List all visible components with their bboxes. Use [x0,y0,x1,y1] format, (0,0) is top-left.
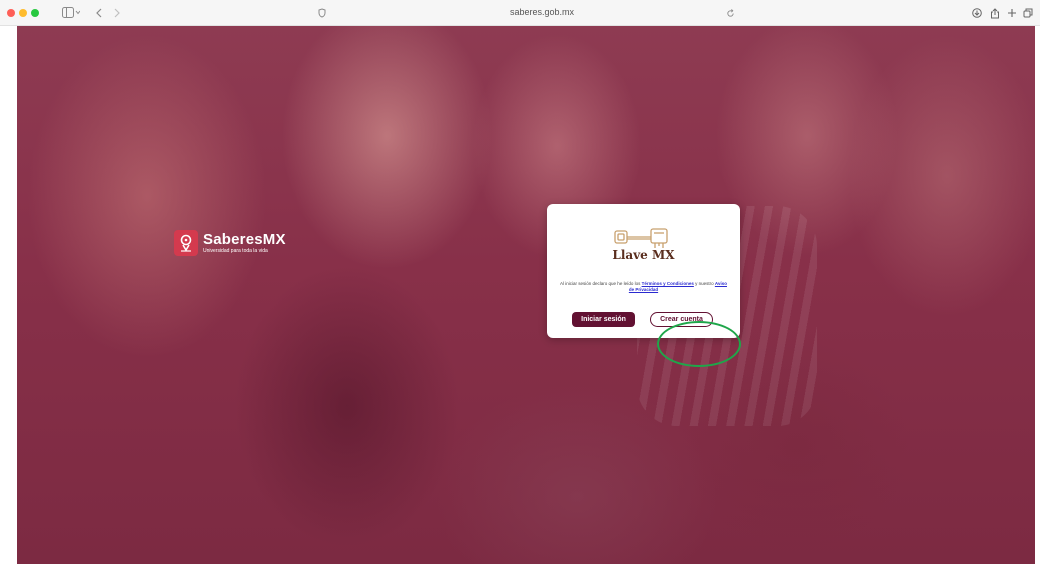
minimize-window-button[interactable] [19,9,27,17]
terms-middle: y nuestro [693,281,715,286]
saberes-badge-icon [174,230,198,256]
forward-button[interactable] [110,4,124,22]
share-button[interactable] [988,4,1002,22]
downloads-button[interactable] [970,4,984,22]
download-icon [972,8,982,18]
terms-notice: Al iniciar sesión declaro que he leído l… [557,281,730,293]
browser-toolbar: saberes.gob.mx [0,0,1040,26]
logo-title: SaberesMX [203,232,286,248]
close-window-button[interactable] [7,9,15,17]
chevron-left-icon [96,8,102,18]
terms-prefix: Al iniciar sesión declaro que he leído l… [560,281,642,286]
logo-title-left: Saberes [203,231,263,248]
page-background [17,26,1035,564]
back-button[interactable] [92,4,106,22]
maximize-window-button[interactable] [31,9,39,17]
sidebar-icon [62,7,80,18]
tabs-icon [1023,8,1033,18]
saberes-logo[interactable]: SaberesMX Universidad para toda la vida [174,230,286,256]
create-account-button[interactable]: Crear cuenta [650,312,713,327]
tab-overview-button[interactable] [1021,4,1035,22]
plus-icon [1008,9,1016,17]
chevron-right-icon [114,8,120,18]
logo-title-right: MX [262,231,286,248]
reload-button[interactable] [724,4,736,22]
address-bar[interactable]: saberes.gob.mx [510,7,574,17]
login-modal: Llave MX Al iniciar sesión declaro que h… [547,204,740,338]
sidebar-toggle-button[interactable] [58,4,84,22]
privacy-report-button[interactable] [316,4,328,22]
new-tab-button[interactable] [1005,4,1019,22]
share-icon [991,7,999,18]
llave-brand-title: Llave MX [612,248,675,262]
login-button[interactable]: Iniciar sesión [572,312,635,327]
shield-icon [318,8,326,18]
reload-icon [726,8,734,17]
logo-tagline: Universidad para toda la vida [203,248,268,254]
terms-link[interactable]: Términos y Condiciones [642,281,694,286]
